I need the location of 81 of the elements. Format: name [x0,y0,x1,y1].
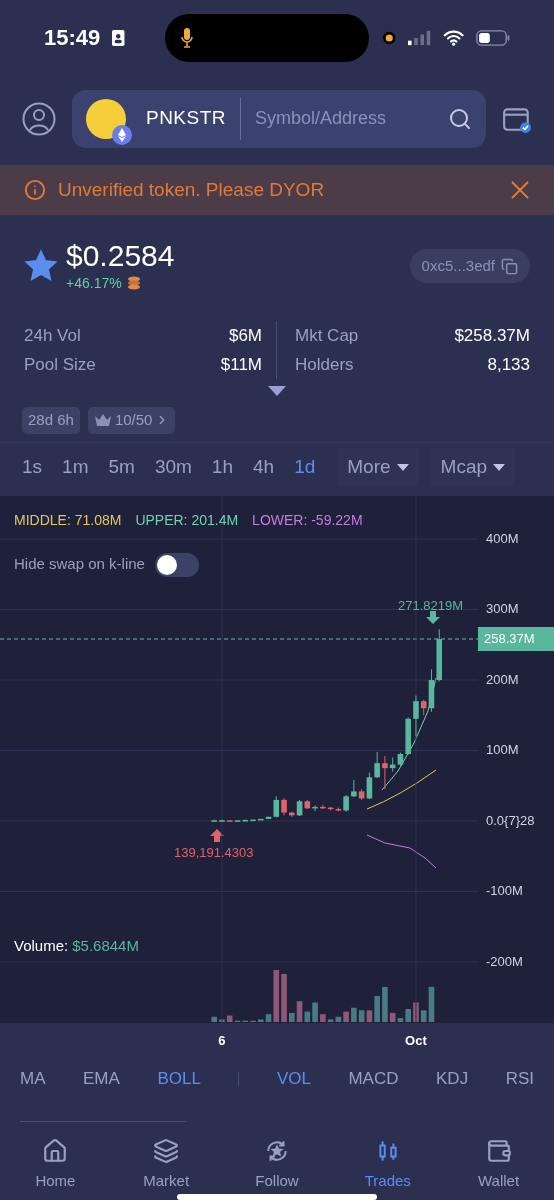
battery-icon [476,28,510,47]
close-icon[interactable] [510,180,530,201]
caret-icon [493,463,506,471]
search-bar[interactable]: PNKSTR Symbol/Address [72,89,486,148]
price-value: $0.2584 [66,238,175,273]
indicator-tab[interactable]: MA [20,1065,46,1092]
warning-text: Unverified token. Please DYOR [58,178,326,203]
info-tag[interactable]: 10/50 [87,406,176,434]
address-chip[interactable]: 0xc5...3edf [409,249,530,284]
nav-tab[interactable]: Wallet [443,1137,554,1193]
coins-icon [125,276,142,291]
eth-badge-icon [112,124,132,145]
indicator-tab[interactable]: KDJ [436,1065,469,1092]
y-axis-label: 0.0{7}28 [486,812,535,829]
search-icon[interactable] [448,106,472,131]
nav-tab[interactable]: Follow [221,1137,333,1193]
stat-value: $11M [220,353,262,376]
low-arrow-icon [210,828,224,842]
stat-value: $6M [228,324,262,347]
status-time: 15:49 [44,24,101,53]
stat-label: Holders [295,353,354,376]
high-arrow-icon [426,610,440,624]
wallet-icon [485,1137,512,1164]
stat-value: 8,133 [487,353,530,376]
y-axis-label: 300M [486,601,519,618]
copy-icon [501,257,518,275]
layers-icon [153,1137,180,1164]
indicator-tab[interactable]: RSI [505,1065,534,1092]
band-legend: LOWER: -59.22M [252,509,363,531]
high-price-label: 271.8219M [398,596,464,615]
timeframe-tab[interactable]: 1s [12,453,53,482]
band-legend: UPPER: 201.4M [135,509,239,531]
y-axis-label: 200M [486,671,519,688]
band-legend: MIDDLE: 71.08M [14,509,122,531]
recording-dot-icon [383,30,396,45]
caret-icon [396,463,409,471]
info-icon [24,179,46,202]
low-price-label: 139,191.4303 [174,843,254,862]
timeframe-tab[interactable]: 30m [144,453,202,482]
wifi-icon [442,28,465,47]
nav-tab[interactable]: Trades [332,1137,444,1193]
home-icon [42,1137,69,1164]
x-axis-label: Oct [405,1031,427,1050]
y-axis-label: 400M [486,530,519,547]
timeframe-tab[interactable]: 1h [201,453,243,482]
tag-text: 10/50 [114,410,153,431]
lower-band-line [366,834,437,869]
indicator-tab[interactable]: MACD [348,1065,399,1092]
timeframe-tab[interactable]: 5m [98,453,145,482]
stat-label: 24h Vol [24,324,81,347]
token-symbol: PNKSTR [146,106,226,131]
y-axis-label: 100M [486,742,519,759]
timeframe-tab[interactable]: 1m [52,453,99,482]
stat-label: Mkt Cap [295,324,359,347]
stat-label: Pool Size [24,353,96,376]
indicator-tab[interactable]: BOLL [157,1065,201,1092]
middle-band-line [366,769,437,810]
timeframe-tab[interactable]: 4h [243,453,285,482]
price-change: +46.17% [66,273,122,293]
id-card-icon [112,28,125,47]
signal-icon [407,29,431,46]
candle [211,818,217,822]
nav-tab[interactable]: Home [0,1137,111,1193]
x-axis-label: 6 [218,1031,226,1050]
stat-value: $258.37M [454,324,530,347]
microphone-icon [180,27,193,48]
indicator-tab[interactable]: EMA [83,1065,120,1092]
profile-icon[interactable] [22,101,56,136]
volume-value: $5.6844M [72,935,139,956]
timeframe-tab[interactable]: 1d [284,453,326,482]
current-price-tag: 258.37M [478,626,554,651]
expand-caret-icon[interactable] [268,385,286,396]
crown-icon [93,413,112,428]
nav-tab[interactable]: Market [110,1137,222,1193]
tag-text: 28d 6h [28,410,74,431]
toggle-label: Hide swap on k-line [14,554,145,575]
indicator-tab[interactable]: VOL [276,1065,311,1092]
y-axis-label: -100M [486,883,523,900]
volume-label: Volume: [14,935,69,956]
search-field[interactable]: Symbol/Address [254,105,448,133]
y-axis-label: -200M [486,953,523,970]
